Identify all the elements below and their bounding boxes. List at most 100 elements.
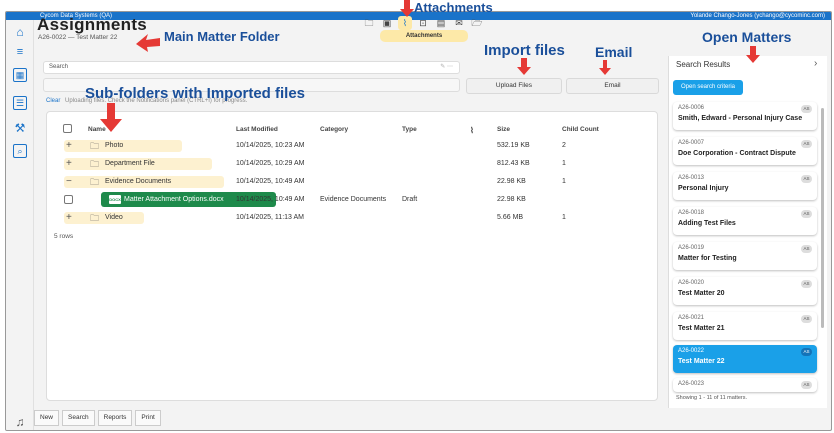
search-doc-icon[interactable]: ⌕ xyxy=(13,144,27,158)
matter-id: A26-0022 xyxy=(678,348,705,354)
tab-attachments[interactable]: Attachments xyxy=(380,30,468,42)
assignee-badge: AS xyxy=(801,210,812,218)
collapse-icon[interactable]: − xyxy=(66,173,72,191)
home-icon[interactable]: ⌂ xyxy=(12,24,28,40)
assignee-badge: AS xyxy=(801,245,812,253)
annotation-open-matters: Open Matters xyxy=(702,29,792,45)
matter-name: Test Matter 22 xyxy=(678,358,725,365)
annotation-import-files: Import files xyxy=(484,42,565,59)
matter-card[interactable]: A26-0020 AS Test Matter 20 xyxy=(673,277,817,305)
paperclip-icon[interactable]: ⌇ xyxy=(398,16,412,30)
row-name[interactable]: Evidence Documents xyxy=(105,173,171,191)
camera-icon[interactable]: ▣ xyxy=(380,16,394,30)
folder-icon: 🗀 xyxy=(90,141,100,151)
bottom-toolbar: New Search Reports Print xyxy=(34,410,161,426)
matter-card[interactable]: A26-0018 AS Adding Test Files xyxy=(673,207,817,235)
expand-icon[interactable]: + xyxy=(66,155,72,173)
arrow-down-icon xyxy=(599,60,611,75)
search-input[interactable]: Search ✎ ⋯ xyxy=(43,61,460,74)
table-row[interactable]: − 🗀 Evidence Documents 10/14/2025, 10:49… xyxy=(54,173,654,191)
matter-card[interactable]: A26-0019 AS Matter for Testing xyxy=(673,242,817,270)
row-checkbox[interactable] xyxy=(64,195,73,204)
inbox-icon[interactable]: ⊡ xyxy=(416,16,430,30)
reports-button[interactable]: Reports xyxy=(97,410,133,426)
dashboard-icon[interactable]: ▦ xyxy=(13,68,27,82)
row-children: 1 xyxy=(562,178,566,185)
arrow-down-icon xyxy=(100,103,122,132)
col-header-size[interactable]: Size xyxy=(497,126,510,133)
print-button[interactable]: Print xyxy=(135,410,161,426)
checklist-icon[interactable]: ☰ xyxy=(13,96,27,110)
folder-icon: 🗀 xyxy=(90,213,100,223)
upload-files-button[interactable]: Upload Files xyxy=(466,78,562,94)
annotation-subfolders: Sub-folders with Imported files xyxy=(85,85,306,102)
search-button[interactable]: Search xyxy=(62,410,95,426)
folder-open-icon[interactable]: 🗁 xyxy=(470,16,484,30)
matter-card[interactable]: A26-0021 AS Test Matter 21 xyxy=(673,312,817,340)
table-row[interactable]: + 🗀 Photo 10/14/2025, 10:23 AM 532.19 KB… xyxy=(54,137,654,155)
matter-card-selected[interactable]: A26-0022 AS Test Matter 22 xyxy=(673,345,817,373)
new-button[interactable]: New xyxy=(34,410,60,426)
matter-id: A26-0006 xyxy=(678,105,705,111)
scrollbar-thumb[interactable] xyxy=(821,108,824,328)
folder-icon[interactable]: 🗀 xyxy=(362,16,376,30)
col-header-children[interactable]: Child Count xyxy=(562,126,599,133)
menu-icon[interactable]: ≡ xyxy=(12,44,28,60)
chevron-right-icon[interactable]: › xyxy=(814,58,817,69)
matter-id: A26-0013 xyxy=(678,175,705,181)
folder-icon: 🗀 xyxy=(90,177,100,187)
folder-icon: 🗀 xyxy=(90,159,100,169)
email-button[interactable]: Email xyxy=(566,78,659,94)
matter-id: A26-0019 xyxy=(678,245,705,251)
row-size: 532.19 KB xyxy=(497,142,530,149)
clear-link[interactable]: Clear xyxy=(46,98,60,104)
row-children: 1 xyxy=(562,160,566,167)
expand-icon[interactable]: + xyxy=(66,137,72,155)
user-name[interactable]: Yolande Chango-Jones (ychango@cycominc.c… xyxy=(690,12,825,20)
col-header-modified[interactable]: Last Modified xyxy=(236,126,278,133)
matter-name: Test Matter 21 xyxy=(678,325,725,332)
assignee-badge: AS xyxy=(801,175,812,183)
matter-card[interactable]: A26-0013 AS Personal Injury xyxy=(673,172,817,200)
expand-icon[interactable]: + xyxy=(66,209,72,227)
matter-id: A26-0020 xyxy=(678,280,705,286)
col-header-type[interactable]: Type xyxy=(402,126,417,133)
matter-name: Doe Corporation - Contract Dispute xyxy=(678,150,796,157)
arrow-down-icon xyxy=(746,46,760,63)
col-header-category[interactable]: Category xyxy=(320,126,348,133)
row-size: 812.43 KB xyxy=(497,160,530,167)
table-row[interactable]: + 🗀 Department File 10/14/2025, 10:29 AM… xyxy=(54,155,654,173)
matter-card[interactable]: A26-0006 AS Smith, Edward - Personal Inj… xyxy=(673,102,817,130)
row-name[interactable]: Photo xyxy=(105,137,123,155)
select-all-checkbox[interactable] xyxy=(63,124,72,133)
table-row[interactable]: + 🗀 Video 10/14/2025, 11:13 AM 5.66 MB 1 xyxy=(54,209,654,227)
row-category: Evidence Documents xyxy=(320,196,387,203)
row-name[interactable]: Department File xyxy=(105,155,155,173)
row-modified: 10/14/2025, 10:23 AM xyxy=(236,142,305,149)
row-highlight xyxy=(64,212,144,224)
arrow-down-icon xyxy=(517,58,531,75)
results-scrollbar[interactable] xyxy=(820,100,825,390)
matter-card[interactable]: A26-0023 AS xyxy=(673,378,817,392)
row-name[interactable]: Video xyxy=(105,209,123,227)
assignee-badge: AS xyxy=(801,348,812,356)
matter-id: A26-0023 xyxy=(678,381,705,387)
annotation-email: Email xyxy=(595,44,633,60)
bell-icon[interactable]: ♫ xyxy=(12,414,28,430)
row-count: 5 rows xyxy=(54,233,74,240)
matter-name: Matter for Testing xyxy=(678,255,737,262)
row-name[interactable]: Matter Attachment Options.docx xyxy=(124,196,224,203)
tools-icon[interactable]: ⚒ xyxy=(12,120,28,136)
calendar-icon[interactable]: ▤ xyxy=(434,16,448,30)
matter-id: A26-0021 xyxy=(678,315,705,321)
open-search-criteria-button[interactable]: Open search criteria xyxy=(673,80,743,95)
left-rail: ⌂ ≡ ▦ ☰ ⚒ ⌕ ♫ xyxy=(6,20,34,430)
mail-icon[interactable]: ✉ xyxy=(452,16,466,30)
matter-card[interactable]: A26-0007 AS Doe Corporation - Contract D… xyxy=(673,137,817,165)
table-row[interactable]: DOCX Matter Attachment Options.docx 10/1… xyxy=(54,191,654,209)
assignee-badge: AS xyxy=(801,105,812,113)
row-size: 22.98 KB xyxy=(497,178,526,185)
search-options-icon[interactable]: ✎ ⋯ xyxy=(440,62,453,73)
matter-id: A26-0007 xyxy=(678,140,705,146)
row-size: 5.66 MB xyxy=(497,214,524,221)
